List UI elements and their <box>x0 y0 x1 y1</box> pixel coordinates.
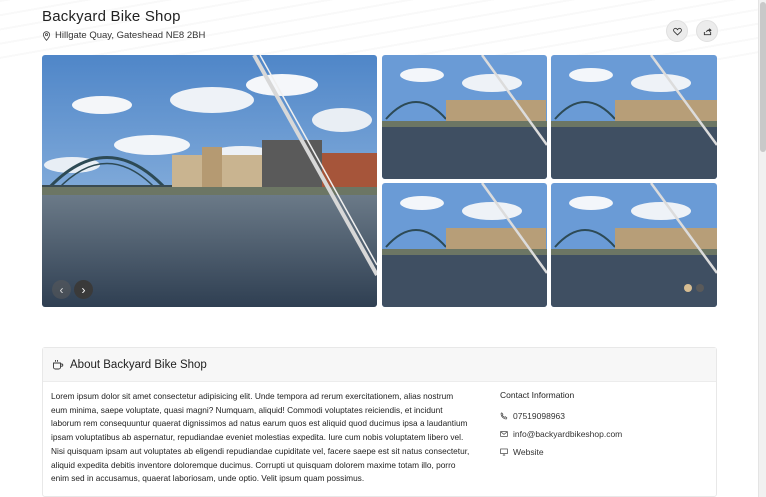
phone-number: 07519098963 <box>513 411 566 421</box>
contact-website[interactable]: Website <box>500 443 700 461</box>
coffee-cup-icon <box>53 359 64 369</box>
page-scrollbar[interactable] <box>758 0 766 497</box>
about-description: Lorem ipsum dolor sit amet consectetur a… <box>51 391 470 484</box>
share-icon <box>703 27 712 35</box>
gallery-prev-button[interactable]: ‹ <box>52 280 71 299</box>
email-address: info@backyardbikeshop.com <box>513 429 623 439</box>
listing-header: Backyard Bike Shop Hillgate Quay, Gatesh… <box>42 8 718 48</box>
contact-email[interactable]: info@backyardbikeshop.com <box>500 425 700 443</box>
pagination-dot-active[interactable] <box>684 284 692 292</box>
about-header: About Backyard Bike Shop <box>43 348 716 382</box>
monitor-icon <box>500 448 508 456</box>
map-pin-icon <box>42 30 51 41</box>
gallery-pagination <box>684 284 704 292</box>
shop-address: Hillgate Quay, Gateshead NE8 2BH <box>42 30 718 41</box>
gallery-next-button[interactable]: › <box>74 280 93 299</box>
contact-information: Contact Information 07519098963 info@bac… <box>500 390 700 461</box>
river-bridge-image <box>42 55 377 307</box>
thumbnail-photo[interactable] <box>382 183 547 307</box>
photo-gallery: ‹ › <box>42 55 717 307</box>
contact-title: Contact Information <box>500 390 575 400</box>
phone-icon <box>500 412 508 420</box>
contact-phone[interactable]: 07519098963 <box>500 407 700 425</box>
envelope-icon <box>500 431 508 437</box>
scrollbar-thumb[interactable] <box>760 2 766 152</box>
river-bridge-image <box>382 55 547 179</box>
favorite-button[interactable] <box>666 20 688 42</box>
pagination-dot[interactable] <box>696 284 704 292</box>
main-photo[interactable]: ‹ › <box>42 55 377 307</box>
website-link: Website <box>513 447 544 457</box>
shop-title: Backyard Bike Shop <box>42 8 181 25</box>
river-bridge-image <box>382 183 547 307</box>
address-text: Hillgate Quay, Gateshead NE8 2BH <box>55 30 206 41</box>
share-button[interactable] <box>696 20 718 42</box>
about-section: About Backyard Bike Shop Lorem ipsum dol… <box>42 347 717 497</box>
thumbnail-photo[interactable] <box>551 55 717 179</box>
chevron-right-icon: › <box>81 282 86 297</box>
chevron-left-icon: ‹ <box>59 282 64 297</box>
heart-icon <box>672 27 682 35</box>
thumbnail-photo[interactable] <box>382 55 547 179</box>
river-bridge-image <box>551 55 717 179</box>
header-actions <box>666 20 718 42</box>
about-heading: About Backyard Bike Shop <box>70 358 207 371</box>
